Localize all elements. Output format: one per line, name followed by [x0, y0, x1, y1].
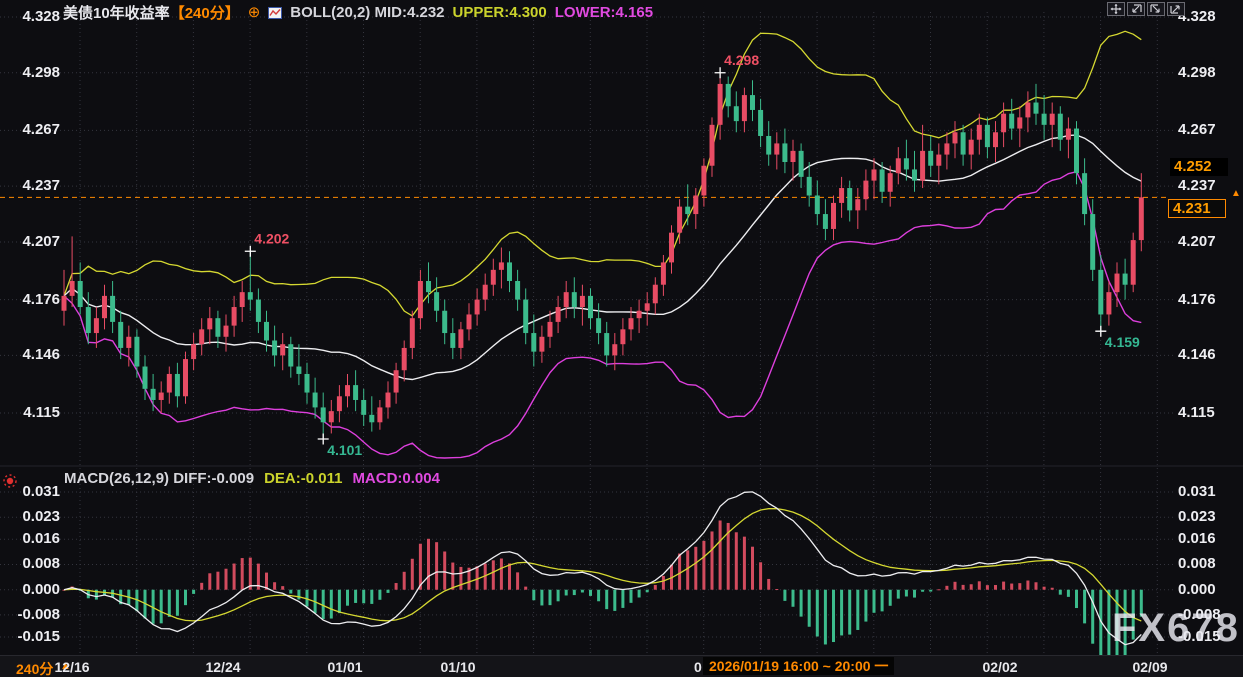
circle-plus-icon[interactable]: ⊕ — [248, 5, 261, 20]
price-tick-left: 4.207 — [0, 233, 60, 251]
frame-arrow-down-right-icon[interactable] — [1147, 2, 1165, 16]
boll-lower-value: LOWER:4.165 — [555, 4, 653, 21]
price-tick-left: 4.237 — [0, 177, 60, 195]
indicator-chart-icon — [268, 7, 282, 19]
trading-chart-window: 4.202 4.101 4.298 4.159 美债10年收益率【240分】 ⊕ BO… — [0, 0, 1243, 677]
price-tick-left: 4.146 — [0, 346, 60, 364]
last-price-badge: 4.231 — [1168, 199, 1226, 218]
macd-tick-left: -0.008 — [0, 606, 60, 624]
date-label: 01/01 — [327, 659, 362, 675]
macd-params-label: MACD(26,12,9) DIFF:-0.009 — [64, 470, 254, 487]
frame-arrow-up-right-icon[interactable] — [1167, 2, 1185, 16]
price-tick-right: 4.115 — [1178, 404, 1215, 422]
bollinger-bands-layer — [64, 31, 1141, 458]
price-tick-left: 4.267 — [0, 121, 60, 139]
boll-mid-value: MID:4.232 — [374, 4, 444, 21]
macd-tick-left: 0.000 — [0, 581, 60, 599]
price-tick-right: 4.146 — [1178, 346, 1216, 364]
extreme-price-annotation: 4.298 — [724, 52, 759, 68]
alert-price-badge: 4.252 — [1170, 158, 1228, 176]
date-label: 12/16 — [54, 659, 89, 675]
price-tick-right: 4.176 — [1178, 291, 1216, 309]
macd-tick-right: -0.008 — [1178, 606, 1221, 624]
price-tick-left: 4.176 — [0, 291, 60, 309]
chart-header: 美债10年收益率【240分】 ⊕ BOLL(20,2) MID:4.232 UP… — [63, 2, 653, 23]
period-tag: 【240分】 — [170, 5, 240, 22]
frame-arrow-down-left-icon[interactable] — [1127, 2, 1145, 16]
period-selector[interactable]: 240分 — [16, 659, 53, 677]
cross-arrows-icon[interactable] — [1107, 2, 1125, 16]
price-tick-left: 4.298 — [0, 64, 60, 82]
macd-header: MACD(26,12,9) DIFF:-0.009 DEA:-0.011 MAC… — [64, 470, 440, 487]
candlestick-layer — [62, 73, 1144, 439]
macd-hist-value: MACD:0.004 — [352, 470, 440, 487]
macd-tick-right: -0.015 — [1178, 628, 1221, 646]
macd-tick-right: 0.000 — [1178, 581, 1216, 599]
grid-layer — [0, 12, 1174, 654]
price-tick-right: 4.237 — [1178, 177, 1216, 195]
price-tick-left: 4.115 — [0, 404, 60, 422]
macd-tick-left: -0.015 — [0, 628, 60, 646]
macd-layer — [63, 492, 1143, 667]
price-tick-right: 4.207 — [1178, 233, 1216, 251]
macd-tick-left: 0.023 — [0, 508, 60, 526]
macd-dea-value: DEA:-0.011 — [264, 470, 342, 487]
extreme-price-annotation: 4.159 — [1105, 334, 1140, 350]
macd-tick-right: 0.023 — [1178, 508, 1216, 526]
macd-tick-right: 0.016 — [1178, 530, 1216, 548]
macd-diff-value: DIFF:-0.009 — [173, 470, 254, 487]
boll-upper-value: UPPER:4.300 — [453, 4, 547, 21]
extreme-price-annotation: 4.101 — [327, 442, 362, 458]
price-tick-left: 4.328 — [0, 8, 60, 26]
macd-tick-right: 0.008 — [1178, 555, 1216, 573]
crosshair-marker-icon — [245, 246, 256, 257]
time-axis-bar: 240分 ▲ 0 2026/01/19 16:00 ~ 20:00 一 12/1… — [0, 655, 1243, 677]
date-label: 01/10 — [440, 659, 475, 675]
macd-tick-right: 0.031 — [1178, 483, 1216, 501]
date-label: 12/24 — [205, 659, 240, 675]
live-dot-icon — [2, 473, 18, 494]
macd-tick-left: 0.016 — [0, 530, 60, 548]
partial-date-label: 0 — [694, 659, 702, 675]
annotation-layer: 4.202 4.101 4.298 4.159 — [245, 52, 1140, 458]
price-up-arrow-icon: ▲ — [1231, 188, 1241, 199]
instrument-name: 美债10年收益率 — [63, 5, 170, 22]
boll-params-label: BOLL(20,2) MID:4.232 — [290, 4, 444, 21]
macd-tick-left: 0.008 — [0, 555, 60, 573]
crosshair-marker-icon — [715, 67, 726, 78]
date-label: 02/02 — [982, 659, 1017, 675]
crosshair-time-tooltip: 2026/01/19 16:00 ~ 20:00 一 — [703, 657, 894, 675]
extreme-price-annotation: 4.202 — [254, 230, 289, 246]
price-tick-right: 4.298 — [1178, 64, 1216, 82]
instrument-title: 美债10年收益率【240分】 — [63, 2, 240, 23]
price-tick-right: 4.267 — [1178, 121, 1216, 139]
date-label: 02/09 — [1132, 659, 1167, 675]
chart-toolbar — [1107, 2, 1185, 16]
